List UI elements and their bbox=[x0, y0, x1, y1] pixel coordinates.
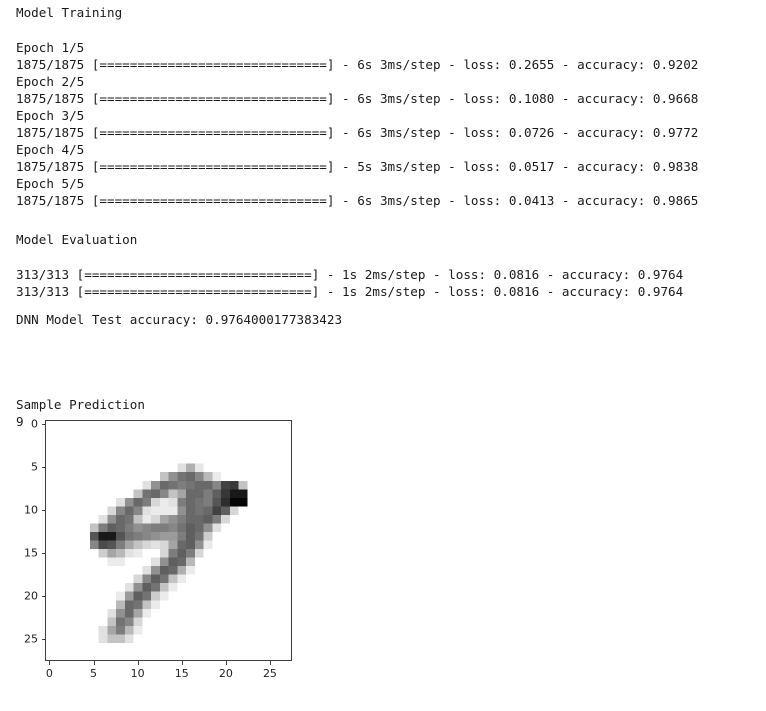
x-axis-tick bbox=[269, 661, 271, 665]
epoch-1-label: Epoch 1/5 bbox=[16, 40, 85, 55]
evaluation-progress-2: 313/313 [==============================]… bbox=[16, 284, 684, 299]
epoch-3-label: Epoch 3/5 bbox=[16, 108, 85, 123]
mnist-digit-image bbox=[46, 421, 291, 660]
epoch-5-progress: 1875/1875 [=============================… bbox=[16, 193, 699, 208]
epoch-4-label: Epoch 4/5 bbox=[16, 142, 85, 157]
epoch-4-progress: 1875/1875 [=============================… bbox=[16, 159, 699, 174]
x-axis-tick-label: 10 bbox=[130, 667, 145, 680]
y-axis-tick-label: 20 bbox=[24, 589, 38, 603]
epoch-2-progress: 1875/1875 [=============================… bbox=[16, 91, 699, 106]
evaluation-progress-1: 313/313 [==============================]… bbox=[16, 267, 684, 282]
test-accuracy-line: DNN Model Test accuracy: 0.9764000177383… bbox=[16, 312, 343, 327]
epoch-1-progress: 1875/1875 [=============================… bbox=[16, 57, 699, 72]
model-evaluation-heading: Model Evaluation bbox=[16, 232, 138, 247]
y-axis-tick bbox=[41, 553, 45, 555]
x-axis-tick bbox=[137, 661, 139, 665]
y-axis-tick-label: 0 bbox=[31, 417, 38, 431]
y-axis-tick-label: 5 bbox=[31, 460, 38, 474]
model-training-heading: Model Training bbox=[16, 5, 123, 20]
y-axis-tick-label: 10 bbox=[24, 503, 38, 517]
x-axis-tick bbox=[225, 661, 227, 665]
sample-prediction-heading: Sample Prediction bbox=[16, 397, 145, 412]
epoch-2-label: Epoch 2/5 bbox=[16, 74, 85, 89]
y-axis-tick bbox=[41, 510, 45, 512]
x-axis-tick-label: 25 bbox=[262, 667, 277, 680]
epoch-3-progress: 1875/1875 [=============================… bbox=[16, 125, 699, 140]
x-axis-tick bbox=[181, 661, 183, 665]
console-output: Model Training Epoch 1/5 1875/1875 [====… bbox=[16, 4, 756, 328]
x-axis-tick bbox=[93, 661, 95, 665]
x-axis-tick bbox=[49, 661, 51, 665]
y-axis-tick bbox=[41, 424, 45, 426]
x-axis-tick-label: 5 bbox=[90, 667, 98, 680]
x-axis-tick-label: 15 bbox=[174, 667, 189, 680]
digit-axes bbox=[45, 420, 292, 661]
y-axis-tick bbox=[41, 639, 45, 641]
y-axis-tick-label: 15 bbox=[24, 546, 38, 560]
y-axis-tick bbox=[41, 467, 45, 469]
y-axis-tick-label: 25 bbox=[24, 632, 38, 646]
x-axis-tick-label: 0 bbox=[45, 667, 53, 680]
sample-prediction-figure: Sample Prediction 9 0 5 10 15 20 25 0 5 10 15 20 25 bbox=[0, 396, 330, 696]
y-axis-tick bbox=[41, 596, 45, 598]
epoch-5-label: Epoch 5/5 bbox=[16, 176, 85, 191]
x-axis-tick-label: 20 bbox=[218, 667, 233, 680]
